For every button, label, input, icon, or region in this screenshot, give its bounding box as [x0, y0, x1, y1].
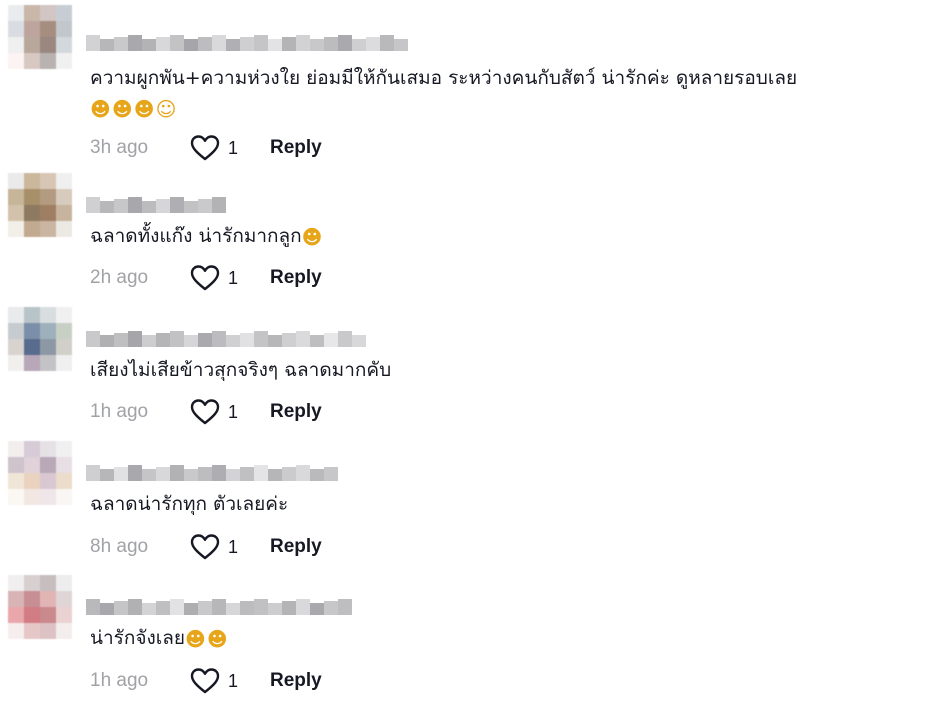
like-count: 1	[228, 137, 239, 158]
comment-meta: 8h ago 1 Reply	[90, 533, 322, 561]
comment-text: น่ารักจังเลย☻☻	[90, 623, 918, 653]
comment-meta: 3h ago 1 Reply	[90, 134, 322, 162]
heart-icon	[190, 265, 220, 291]
like-button[interactable]: 1	[190, 264, 270, 292]
reply-button[interactable]: Reply	[270, 536, 322, 558]
timestamp: 3h ago	[90, 137, 149, 158]
heart-icon	[190, 668, 220, 694]
username[interactable]	[86, 27, 408, 51]
smiling-face-with-hearts-icon: ☻	[111, 96, 133, 121]
comment-text: ฉลาดทั้งแก๊ง น่ารักมากลูก☻	[90, 221, 918, 251]
timestamp: 2h ago	[90, 267, 149, 288]
like-count: 1	[228, 536, 239, 557]
heart-icon	[190, 135, 220, 161]
comment-item: ฉลาดทั้งแก๊ง น่ารักมากลูก☻ 2h ago 1 Reply	[0, 173, 926, 303]
heart-icon	[190, 399, 220, 425]
comment-body: น่ารักจังเลย	[90, 627, 186, 649]
emoji-row: ☻☻☻☺	[90, 93, 918, 123]
username[interactable]	[86, 189, 226, 213]
comment-meta: 1h ago 1 Reply	[90, 667, 322, 695]
reply-button[interactable]: Reply	[270, 401, 322, 423]
avatar[interactable]	[8, 307, 72, 371]
like-count: 1	[228, 401, 239, 422]
like-button[interactable]: 1	[190, 134, 270, 162]
avatar[interactable]	[8, 441, 72, 505]
smiling-face-with-hearts-icon: ☻	[90, 96, 111, 121]
smiling-face-with-hearts-icon: ☻	[185, 626, 206, 651]
comment-item: ฉลาดน่ารักทุก ตัวเลยค่ะ 8h ago 1 Reply	[0, 441, 926, 571]
grinning-face-icon: ☺	[155, 96, 177, 121]
like-count: 1	[228, 670, 239, 691]
smiling-face-with-hearts-icon: ☻	[206, 626, 228, 651]
reply-button[interactable]: Reply	[270, 670, 322, 692]
like-button[interactable]: 1	[190, 533, 270, 561]
timestamp: 1h ago	[90, 670, 149, 691]
username[interactable]	[86, 591, 352, 615]
comment-meta: 2h ago 1 Reply	[90, 264, 322, 292]
comment-body: ฉลาดน่ารักทุก ตัวเลยค่ะ	[90, 493, 289, 515]
smiling-face-with-hearts-icon: ☻	[133, 96, 155, 121]
reply-button[interactable]: Reply	[270, 267, 322, 289]
like-button[interactable]: 1	[190, 398, 270, 426]
comment-text: ฉลาดน่ารักทุก ตัวเลยค่ะ	[90, 489, 918, 519]
comment-body: เสียงไม่เสียข้าวสุกจริงๆ ฉลาดมากคับ	[90, 359, 392, 381]
comment-text: ความผูกพัน+ความห่วงใย ย่อมมีให้กันเสมอ ร…	[90, 63, 918, 123]
comment-item: เสียงไม่เสียข้าวสุกจริงๆ ฉลาดมากคับ 1h ag…	[0, 307, 926, 437]
reply-button[interactable]: Reply	[270, 137, 322, 159]
comment-body: ฉลาดทั้งแก๊ง น่ารักมากลูก	[90, 225, 302, 247]
timestamp: 1h ago	[90, 401, 149, 422]
comment-text: เสียงไม่เสียข้าวสุกจริงๆ ฉลาดมากคับ	[90, 355, 918, 385]
avatar[interactable]	[8, 575, 72, 639]
username[interactable]	[86, 457, 338, 481]
comment-meta: 1h ago 1 Reply	[90, 398, 322, 426]
timestamp: 8h ago	[90, 536, 149, 557]
like-count: 1	[228, 267, 239, 288]
avatar[interactable]	[8, 173, 72, 237]
comment-item: น่ารักจังเลย☻☻ 1h ago 1 Reply	[0, 575, 926, 705]
heart-icon	[190, 534, 220, 560]
smiling-face-with-hearts-icon: ☻	[301, 224, 323, 249]
avatar[interactable]	[8, 5, 72, 69]
like-button[interactable]: 1	[190, 667, 270, 695]
comment-body: ความผูกพัน+ความห่วงใย ย่อมมีให้กันเสมอ ร…	[90, 67, 798, 89]
username[interactable]	[86, 323, 366, 347]
comment-item: ความผูกพัน+ความห่วงใย ย่อมมีให้กันเสมอ ร…	[0, 5, 926, 165]
comments-list: ความผูกพัน+ความห่วงใย ย่อมมีให้กันเสมอ ร…	[0, 0, 926, 696]
